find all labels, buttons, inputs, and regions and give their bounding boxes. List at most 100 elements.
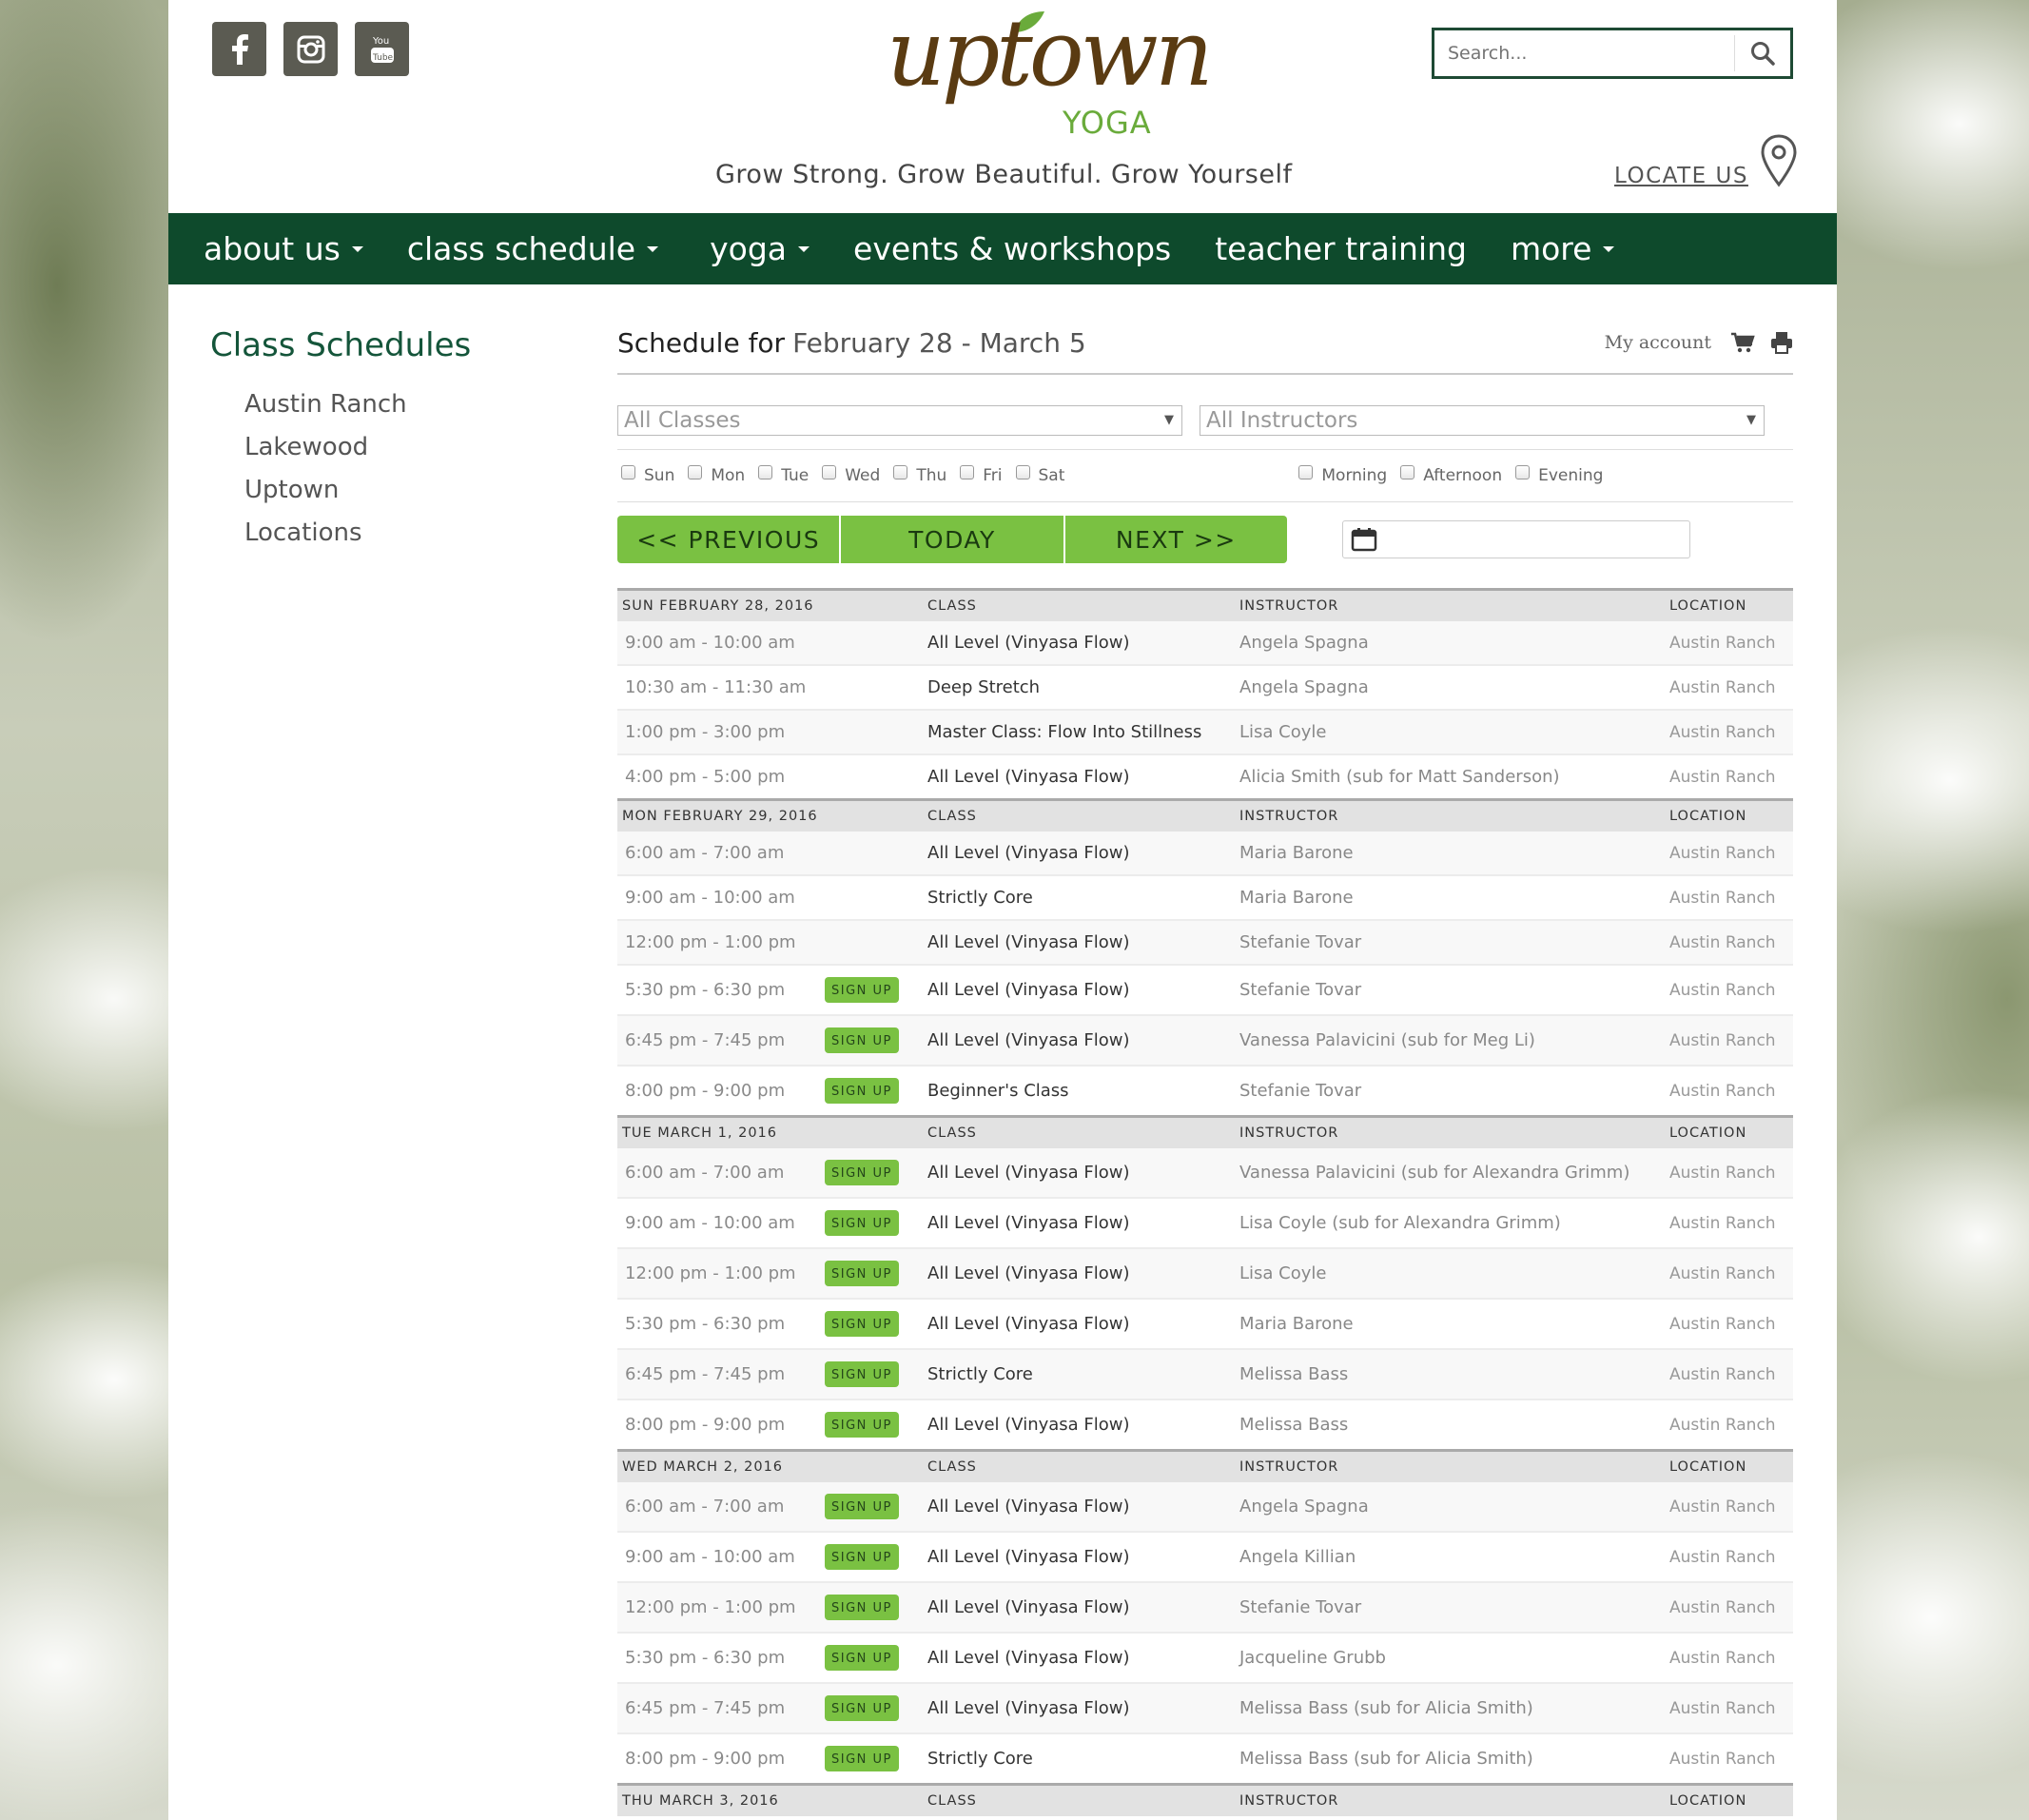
print-button[interactable]	[1770, 331, 1793, 354]
class-name[interactable]: All Level (Vinyasa Flow)	[927, 1198, 1239, 1249]
class-instructor[interactable]: Jacqueline Grubb	[1239, 1633, 1669, 1684]
checkbox-box[interactable]	[1400, 464, 1415, 479]
class-instructor[interactable]: Maria Barone	[1239, 875, 1669, 921]
date-picker-input[interactable]	[1342, 520, 1690, 558]
class-name[interactable]: All Level (Vinyasa Flow)	[927, 1532, 1239, 1583]
sign-up-button[interactable]: SIGN UP	[825, 1311, 899, 1337]
sign-up-button[interactable]: SIGN UP	[825, 1027, 899, 1053]
sign-up-button[interactable]: SIGN UP	[825, 1210, 899, 1236]
nav-yoga[interactable]: yoga	[710, 230, 810, 267]
sign-up-button[interactable]: SIGN UP	[825, 1746, 899, 1771]
checkbox-mon[interactable]: Mon	[688, 464, 745, 485]
sign-up-button[interactable]: SIGN UP	[825, 1412, 899, 1438]
checkbox-box[interactable]	[822, 464, 837, 479]
class-instructor[interactable]: Maria Barone	[1239, 1299, 1669, 1350]
nav-teacher-training[interactable]: teacher training	[1215, 230, 1467, 267]
class-instructor[interactable]: Alicia Smith (sub for Matt Sanderson)	[1239, 754, 1669, 801]
sign-up-button[interactable]: SIGN UP	[825, 1361, 899, 1387]
sign-up-button[interactable]: SIGN UP	[825, 1544, 899, 1570]
checkbox-box[interactable]	[1515, 464, 1531, 479]
class-name[interactable]: Deep Stretch	[927, 665, 1239, 711]
nav-about-us[interactable]: about us	[204, 230, 363, 267]
checkbox-sat[interactable]: Sat	[1015, 464, 1064, 485]
youtube-icon[interactable]: You Tube	[355, 22, 409, 76]
today-button[interactable]: TODAY	[841, 516, 1065, 563]
class-instructor[interactable]: Lisa Coyle	[1239, 1248, 1669, 1300]
class-instructor[interactable]: Stefanie Tovar	[1239, 1582, 1669, 1634]
sign-up-button[interactable]: SIGN UP	[825, 1695, 899, 1721]
sign-up-button[interactable]: SIGN UP	[825, 1595, 899, 1620]
class-name[interactable]: Strictly Core	[927, 1349, 1239, 1400]
class-instructor[interactable]: Vanessa Palavicini (sub for Meg Li)	[1239, 1015, 1669, 1067]
sign-up-button[interactable]: SIGN UP	[825, 1078, 899, 1104]
checkbox-thu[interactable]: Thu	[893, 464, 946, 485]
class-name[interactable]: All Level (Vinyasa Flow)	[927, 1683, 1239, 1734]
class-instructor[interactable]: Stefanie Tovar	[1239, 1066, 1669, 1118]
checkbox-evening[interactable]: Evening	[1515, 464, 1603, 485]
sign-up-button[interactable]: SIGN UP	[825, 1160, 899, 1185]
previous-week-button[interactable]: << PREVIOUS	[617, 516, 842, 563]
class-name[interactable]: All Level (Vinyasa Flow)	[927, 1299, 1239, 1350]
checkbox-box[interactable]	[758, 464, 773, 479]
class-instructor[interactable]: Melissa Bass	[1239, 1349, 1669, 1400]
sign-up-button[interactable]: SIGN UP	[825, 1645, 899, 1671]
class-name[interactable]: Strictly Core	[927, 1733, 1239, 1786]
checkbox-sun[interactable]: Sun	[621, 464, 674, 485]
class-instructor[interactable]: Melissa Bass	[1239, 1399, 1669, 1452]
class-name[interactable]: All Level (Vinyasa Flow)	[927, 965, 1239, 1016]
cart-button[interactable]	[1730, 332, 1755, 353]
next-week-button[interactable]: NEXT >>	[1065, 516, 1287, 563]
class-name[interactable]: All Level (Vinyasa Flow)	[927, 1633, 1239, 1684]
logo[interactable]: uptown YOGA	[887, 8, 1214, 160]
nav-more[interactable]: more	[1511, 230, 1615, 267]
sign-up-button[interactable]: SIGN UP	[825, 1494, 899, 1519]
sidebar-item-uptown[interactable]: Uptown	[244, 474, 407, 517]
class-instructor[interactable]: Angela Spagna	[1239, 665, 1669, 711]
class-name[interactable]: All Level (Vinyasa Flow)	[927, 1015, 1239, 1067]
class-instructor[interactable]: Melissa Bass (sub for Alicia Smith)	[1239, 1733, 1669, 1786]
nav-class-schedule[interactable]: class schedule	[407, 230, 659, 267]
checkbox-box[interactable]	[960, 464, 975, 479]
class-instructor[interactable]: Lisa Coyle (sub for Alexandra Grimm)	[1239, 1198, 1669, 1249]
locate-us-link[interactable]: LOCATE US	[1614, 133, 1798, 188]
class-instructor[interactable]: Melissa Bass (sub for Alicia Smith)	[1239, 1683, 1669, 1734]
checkbox-afternoon[interactable]: Afternoon	[1400, 464, 1502, 485]
instructor-filter-select[interactable]: All Instructors ▼	[1200, 405, 1765, 436]
checkbox-box[interactable]	[1015, 464, 1030, 479]
facebook-icon[interactable]	[212, 22, 266, 76]
class-instructor[interactable]: Angela Killian	[1239, 1532, 1669, 1583]
class-instructor[interactable]: Angela Spagna	[1239, 621, 1669, 666]
checkbox-box[interactable]	[621, 464, 635, 479]
class-instructor[interactable]: Stefanie Tovar	[1239, 965, 1669, 1016]
checkbox-morning[interactable]: Morning	[1298, 464, 1387, 485]
search-button[interactable]	[1735, 30, 1790, 76]
class-name[interactable]: All Level (Vinyasa Flow)	[927, 1482, 1239, 1533]
class-name[interactable]: All Level (Vinyasa Flow)	[927, 920, 1239, 966]
checkbox-wed[interactable]: Wed	[822, 464, 880, 485]
class-name[interactable]: Strictly Core	[927, 875, 1239, 921]
class-instructor[interactable]: Angela Spagna	[1239, 1482, 1669, 1533]
checkbox-box[interactable]	[1298, 464, 1314, 479]
class-name[interactable]: All Level (Vinyasa Flow)	[927, 754, 1239, 801]
my-account-link[interactable]: My account	[1605, 332, 1711, 353]
sign-up-button[interactable]: SIGN UP	[825, 1261, 899, 1286]
checkbox-fri[interactable]: Fri	[960, 464, 1003, 485]
class-instructor[interactable]: Stefanie Tovar	[1239, 920, 1669, 966]
class-filter-select[interactable]: All Classes ▼	[617, 405, 1182, 436]
search-input[interactable]	[1434, 30, 1734, 76]
class-name[interactable]: All Level (Vinyasa Flow)	[927, 1148, 1239, 1199]
class-instructor[interactable]: Vanessa Palavicini (sub for Alexandra Gr…	[1239, 1148, 1669, 1199]
class-name[interactable]: All Level (Vinyasa Flow)	[927, 832, 1239, 876]
class-name[interactable]: All Level (Vinyasa Flow)	[927, 1248, 1239, 1300]
checkbox-box[interactable]	[893, 464, 908, 479]
checkbox-box[interactable]	[688, 464, 703, 479]
class-name[interactable]: All Level (Vinyasa Flow)	[927, 1582, 1239, 1634]
instagram-icon[interactable]	[283, 22, 338, 76]
nav-events-workshops[interactable]: events & workshops	[853, 230, 1171, 267]
class-instructor[interactable]: Lisa Coyle	[1239, 710, 1669, 755]
class-name[interactable]: All Level (Vinyasa Flow)	[927, 1399, 1239, 1452]
checkbox-tue[interactable]: Tue	[758, 464, 809, 485]
sign-up-button[interactable]: SIGN UP	[825, 977, 899, 1003]
sidebar-item-locations[interactable]: Locations	[244, 517, 407, 559]
class-name[interactable]: All Level (Vinyasa Flow)	[927, 621, 1239, 666]
